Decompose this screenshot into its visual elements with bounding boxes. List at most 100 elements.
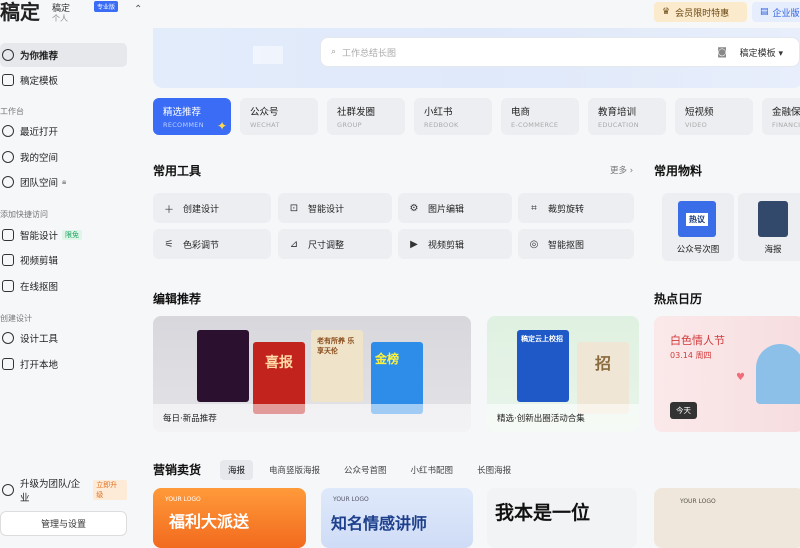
couple-illustration	[756, 344, 800, 404]
tab-wechat-cover[interactable]: 公众号首图	[336, 460, 395, 480]
editorial-card-campaigns[interactable]: 稿定云上校招 招 精选·创新出圈活动合集	[487, 316, 639, 432]
sidebar-item-open-local[interactable]: 打开本地	[0, 352, 127, 376]
search-input[interactable]: ⌕ 工作总结长图 ◙ 稿定模板 ▾	[320, 37, 800, 67]
card-title: 知名情感讲师	[331, 514, 428, 533]
card-logo: YOUR LOGO	[333, 496, 369, 503]
tool-image-edit[interactable]: ⚙ 图片编辑	[398, 193, 512, 223]
sidebar-item-video-edit[interactable]: 视频剪辑	[0, 248, 127, 272]
tool-cutout[interactable]: ◎ 智能抠图	[518, 229, 634, 259]
sidebar-item-label: 设计工具	[20, 334, 59, 345]
marketing-tabs: 海报 电商竖版海报 公众号首图 小红书配图 长图海报	[220, 460, 527, 480]
crown-icon: ♛	[662, 7, 671, 17]
smart-design-icon	[2, 229, 14, 241]
image-edit-icon: ⚙	[409, 202, 419, 214]
sidebar-item-templates[interactable]: 稿定模板	[0, 68, 127, 92]
tool-resize[interactable]: ⊿ 尺寸调整	[278, 229, 392, 259]
enterprise-button[interactable]: ▤ 企业版	[752, 2, 800, 22]
tools-more-link[interactable]: 更多 ›	[610, 164, 633, 176]
resize-icon: ⊿	[289, 238, 299, 250]
calendar-card-valentine[interactable]: 白色情人节 03.14 周四 今天 ♥	[654, 316, 800, 432]
sidebar-item-team-space[interactable]: 团队空间 🔒︎	[0, 170, 127, 194]
section-workbench: 工作台	[0, 107, 24, 116]
marketing-card[interactable]: YOUR LOGO	[654, 488, 800, 548]
tab-long-poster[interactable]: 长图海报	[469, 460, 519, 480]
tool-create-design[interactable]: ＋创建设计	[153, 193, 271, 223]
today-badge: 今天	[670, 402, 697, 419]
marketing-card[interactable]: 我本是一位	[487, 488, 637, 548]
marketing-card[interactable]: YOUR LOGO 福利大派送	[153, 488, 306, 548]
card-title: 我本是一位	[495, 502, 591, 524]
card-caption: 精选·创新出圈活动合集	[487, 404, 639, 432]
category-wechat[interactable]: 公众号 WECHAT	[240, 98, 318, 135]
card-caption: 每日·新品推荐	[153, 404, 471, 432]
card-logo: YOUR LOGO	[680, 498, 716, 505]
team-icon	[2, 176, 14, 188]
tab-poster[interactable]: 海报	[220, 460, 254, 480]
sidebar-item-recommend[interactable]: 为你推荐	[0, 43, 127, 67]
template-icon	[2, 74, 14, 86]
sidebar-item-label: 我的空间	[20, 153, 59, 164]
tool-color-adjust[interactable]: ⚟ 色彩调节	[153, 229, 271, 259]
marketing-title: 营销卖货	[153, 463, 202, 477]
calendar-event: 白色情人节	[670, 334, 725, 347]
material-wechat-secondary[interactable]: 热议 公众号次图	[662, 193, 734, 261]
poster-thumbnail: 老有所养 乐享天伦	[311, 330, 363, 402]
sidebar-item-smart-design[interactable]: 智能设计 限免	[0, 223, 127, 247]
tool-video-edit[interactable]: ▶ 视频剪辑	[398, 229, 512, 259]
building-icon: ▤	[760, 7, 769, 17]
sidebar-item-label: 团队空间	[20, 178, 59, 189]
category-ecommerce[interactable]: 电商 E-COMMERCE	[501, 98, 579, 135]
marketing-card[interactable]: YOUR LOGO 知名情感讲师	[321, 488, 473, 548]
design-tools-icon	[2, 332, 14, 344]
lock-icon: 🔒︎	[62, 177, 67, 186]
vip-promo-button[interactable]: ♛ 会员限时特惠	[654, 2, 747, 22]
upgrade-tag[interactable]: 立即升级	[93, 480, 127, 500]
clock-icon	[2, 125, 14, 137]
play-icon: ▶	[410, 238, 418, 250]
camera-icon[interactable]: ◙	[717, 47, 727, 58]
calendar-date: 03.14 周四	[670, 351, 712, 360]
tool-crop-rotate[interactable]: ⌗ 裁剪旋转	[518, 193, 634, 223]
sidebar-item-label: 在线抠图	[20, 282, 59, 293]
sidebar-item-my-space[interactable]: 我的空间	[0, 145, 127, 169]
tool-smart-design[interactable]: ⊡ 智能设计	[278, 193, 392, 223]
search-scope-select[interactable]: 稿定模板 ▾	[740, 46, 783, 59]
tools-title: 常用工具	[153, 164, 202, 178]
sidebar-item-recent[interactable]: 最近打开	[0, 119, 127, 143]
sidebar-item-label: 升级为团队/企业	[19, 479, 81, 504]
material-thumbnail	[758, 201, 788, 237]
category-recommend[interactable]: 精选推荐 RECOMMEN ✦	[153, 98, 231, 135]
open-folder-icon	[2, 358, 14, 370]
tab-ecommerce-vertical[interactable]: 电商竖版海报	[261, 460, 328, 480]
sidebar-item-label: 为你推荐	[20, 51, 59, 62]
sidebar-item-cutout[interactable]: 在线抠图	[0, 274, 127, 298]
category-group[interactable]: 社群发圈 GROUP	[327, 98, 405, 135]
category-education[interactable]: 教育培训 EDUCATION	[588, 98, 666, 135]
materials-title: 常用物料	[654, 164, 703, 178]
card-logo: YOUR LOGO	[165, 496, 201, 503]
main-content: ♛ 会员限时特惠 ▤ 企业版 ⌕ 工作总结长图 ◙ 稿定模板 ▾ 精选推荐 REC…	[140, 0, 800, 548]
poster-thumbnail: 稿定云上校招	[517, 330, 569, 402]
category-video[interactable]: 短视频 VIDEO	[675, 98, 753, 135]
cutout-icon	[2, 280, 14, 292]
category-finance[interactable]: 金融保 FINANCI	[762, 98, 800, 135]
enterprise-label: 企业版	[772, 8, 800, 19]
workspace-badge: 专业版	[94, 1, 119, 12]
smart-design-icon: ⊡	[289, 202, 299, 214]
sidebar-item-upgrade[interactable]: 升级为团队/企业 立即升级	[0, 478, 127, 504]
brand-logo[interactable]: 稿定	[0, 0, 40, 24]
category-redbook[interactable]: 小红书 REDBOOK	[414, 98, 492, 135]
sidebar: 稿定 稿定 专业版 个人 ⌃ 为你推荐 稿定模板 工作台 最近打开 我的空间 团…	[0, 0, 142, 543]
editorial-card-daily[interactable]: 喜报 老有所养 乐享天伦 金榜 每日·新品推荐	[153, 316, 471, 432]
sidebar-item-design-tools[interactable]: 设计工具	[0, 326, 127, 350]
card-title: 福利大派送	[169, 512, 250, 531]
video-icon	[2, 254, 14, 266]
section-create: 创建设计	[0, 314, 32, 323]
poster-thumbnail	[197, 330, 249, 402]
settings-button[interactable]: 管理与设置	[0, 511, 127, 536]
plus-icon: ＋	[164, 204, 174, 216]
sidebar-item-label: 视频剪辑	[20, 256, 59, 267]
material-poster[interactable]: 海报	[738, 193, 800, 261]
tab-redbook-image[interactable]: 小红书配图	[403, 460, 462, 480]
crop-icon: ⌗	[531, 202, 537, 214]
